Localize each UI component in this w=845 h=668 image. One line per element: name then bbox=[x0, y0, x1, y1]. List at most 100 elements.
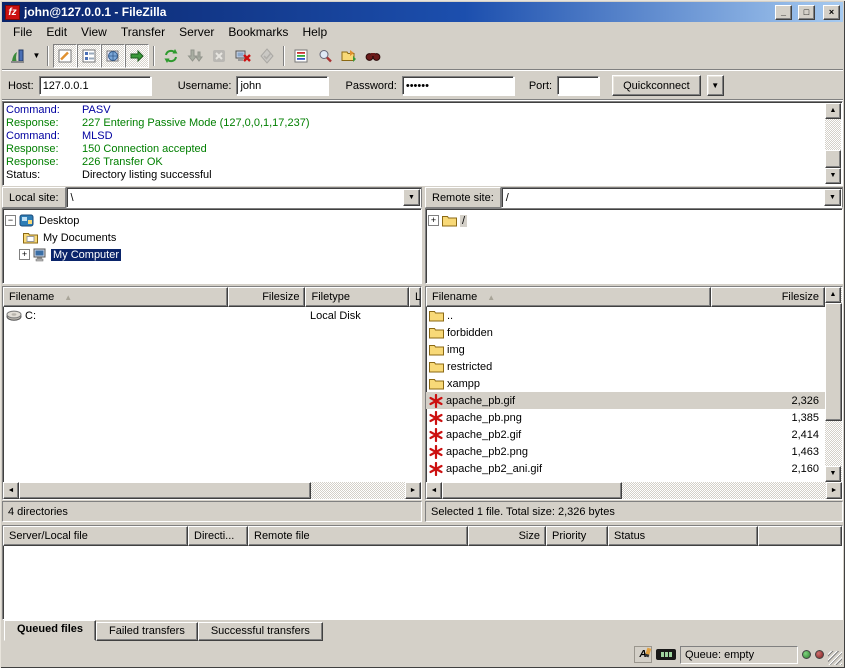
column-header-direction[interactable]: Directi... bbox=[188, 526, 248, 546]
cancel-button[interactable] bbox=[207, 44, 231, 68]
expand-icon[interactable]: + bbox=[19, 249, 30, 260]
file-row[interactable]: apache_pb2_ani.gif 2,160 bbox=[426, 460, 825, 477]
tab-queued-files[interactable]: Queued files bbox=[4, 620, 96, 641]
reconnect-button[interactable] bbox=[255, 44, 279, 68]
host-input[interactable] bbox=[39, 76, 151, 95]
file-row[interactable]: restricted bbox=[426, 358, 825, 375]
scroll-up-icon[interactable]: ▲ bbox=[825, 103, 841, 119]
column-header-filesize[interactable]: Filesize bbox=[711, 287, 825, 307]
column-header-filesize[interactable]: Filesize bbox=[228, 287, 306, 307]
scrollbar-thumb[interactable] bbox=[825, 150, 841, 168]
quickconnect-dropdown[interactable]: ▼ bbox=[707, 75, 724, 96]
data-type-indicator-icon[interactable]: A bbox=[634, 646, 652, 663]
expand-icon[interactable]: + bbox=[428, 215, 439, 226]
scroll-left-icon[interactable]: ◄ bbox=[3, 482, 19, 499]
filter-button[interactable] bbox=[361, 44, 385, 68]
menu-file[interactable]: File bbox=[6, 23, 39, 41]
resize-grip[interactable] bbox=[828, 651, 842, 665]
menu-view[interactable]: View bbox=[74, 23, 114, 41]
my-computer-icon bbox=[33, 248, 48, 262]
password-input[interactable] bbox=[402, 76, 514, 95]
local-horizontal-scrollbar[interactable]: ◄ ► bbox=[3, 482, 421, 499]
menu-bookmarks[interactable]: Bookmarks bbox=[221, 23, 295, 41]
minimize-button[interactable]: _ bbox=[775, 5, 792, 20]
log-scrollbar[interactable]: ▲ ▼ bbox=[825, 103, 841, 184]
local-site-label: Local site: bbox=[2, 187, 66, 208]
file-row[interactable]: xampp bbox=[426, 375, 825, 392]
toggle-remote-treeview-button[interactable] bbox=[101, 44, 125, 68]
collapse-icon[interactable]: − bbox=[5, 215, 16, 226]
tree-item-my-computer[interactable]: + My Computer bbox=[5, 246, 419, 263]
remote-tree[interactable]: + / bbox=[425, 208, 843, 284]
file-row[interactable]: img bbox=[426, 341, 825, 358]
file-row[interactable]: apache_pb2.gif 2,414 bbox=[426, 426, 825, 443]
column-header-filename[interactable]: Filename ▲ bbox=[426, 287, 711, 307]
scrollbar-thumb[interactable] bbox=[19, 482, 311, 499]
file-row-c-drive[interactable]: C: Local Disk bbox=[3, 307, 421, 324]
menu-edit[interactable]: Edit bbox=[39, 23, 74, 41]
speed-limits-indicator-icon[interactable] bbox=[656, 649, 676, 660]
tree-item-desktop[interactable]: − Desktop bbox=[5, 212, 419, 229]
site-manager-dropdown[interactable]: ▼ bbox=[30, 44, 43, 68]
remote-vertical-scrollbar[interactable]: ▲ ▼ bbox=[825, 287, 842, 482]
open-queue-view-button[interactable] bbox=[289, 44, 313, 68]
tab-successful-transfers[interactable]: Successful transfers bbox=[198, 622, 323, 641]
column-header-remote-file[interactable]: Remote file bbox=[248, 526, 468, 546]
activity-led-red-icon bbox=[815, 650, 824, 659]
tab-failed-transfers[interactable]: Failed transfers bbox=[96, 622, 198, 641]
disconnect-button[interactable] bbox=[231, 44, 255, 68]
tree-item-root[interactable]: + / bbox=[428, 212, 840, 229]
close-button[interactable]: × bbox=[823, 5, 840, 20]
file-row[interactable]: .. bbox=[426, 307, 825, 324]
chevron-down-icon[interactable]: ▼ bbox=[824, 189, 841, 206]
tree-item-my-documents[interactable]: My Documents bbox=[5, 229, 419, 246]
site-manager-button[interactable] bbox=[6, 44, 30, 68]
username-input[interactable] bbox=[236, 76, 328, 95]
scroll-right-icon[interactable]: ► bbox=[405, 482, 421, 499]
directory-comparison-button[interactable] bbox=[337, 44, 361, 68]
column-header-server-local-file[interactable]: Server/Local file bbox=[3, 526, 188, 546]
process-queue-button[interactable] bbox=[183, 44, 207, 68]
file-row[interactable]: apache_pb.png 1,385 bbox=[426, 409, 825, 426]
toggle-local-treeview-button[interactable] bbox=[77, 44, 101, 68]
maximize-button[interactable]: □ bbox=[798, 5, 815, 20]
scroll-up-icon[interactable]: ▲ bbox=[825, 287, 841, 303]
chevron-down-icon[interactable]: ▼ bbox=[403, 189, 420, 206]
toggle-transfer-queue-button[interactable] bbox=[125, 44, 149, 68]
toggle-message-log-button[interactable] bbox=[53, 44, 77, 68]
column-header-filename[interactable]: Filename ▲ bbox=[3, 287, 228, 307]
menu-server[interactable]: Server bbox=[172, 23, 221, 41]
title-bar[interactable]: fz john@127.0.0.1 - FileZilla _ □ × bbox=[2, 2, 843, 22]
log-line: Response:226 Transfer OK bbox=[6, 156, 842, 169]
file-row-selected[interactable]: apache_pb.gif 2,326 bbox=[426, 392, 825, 409]
port-input[interactable] bbox=[557, 76, 599, 95]
scrollbar-thumb[interactable] bbox=[825, 303, 842, 421]
app-icon: fz bbox=[5, 5, 20, 20]
scroll-right-icon[interactable]: ► bbox=[826, 482, 842, 499]
scroll-down-icon[interactable]: ▼ bbox=[825, 466, 841, 482]
remote-horizontal-scrollbar[interactable]: ◄ ► bbox=[426, 482, 842, 499]
file-row[interactable]: apache_pb2.png 1,463 bbox=[426, 443, 825, 460]
scroll-down-icon[interactable]: ▼ bbox=[825, 168, 841, 184]
scrollbar-thumb[interactable] bbox=[442, 482, 622, 499]
column-header-priority[interactable]: Priority bbox=[546, 526, 608, 546]
file-row[interactable]: forbidden bbox=[426, 324, 825, 341]
column-header-last-modified[interactable]: L bbox=[409, 287, 421, 307]
find-files-button[interactable] bbox=[313, 44, 337, 68]
column-header-status[interactable]: Status bbox=[608, 526, 758, 546]
menu-transfer[interactable]: Transfer bbox=[114, 23, 172, 41]
column-header-filetype[interactable]: Filetype bbox=[305, 287, 409, 307]
remote-list-body[interactable]: .. forbidden img bbox=[426, 307, 825, 482]
menu-help[interactable]: Help bbox=[295, 23, 334, 41]
log-line: Command:MLSD bbox=[6, 130, 842, 143]
quickconnect-button[interactable]: Quickconnect bbox=[612, 75, 701, 96]
local-site-combobox[interactable]: \ ▼ bbox=[66, 187, 422, 208]
remote-site-combobox[interactable]: / ▼ bbox=[501, 187, 843, 208]
local-list-body[interactable]: C: Local Disk bbox=[3, 307, 421, 482]
refresh-button[interactable] bbox=[159, 44, 183, 68]
local-tree[interactable]: − Desktop My Documents + bbox=[2, 208, 422, 284]
queue-body[interactable] bbox=[3, 546, 842, 619]
column-header-size[interactable]: Size bbox=[468, 526, 546, 546]
message-log[interactable]: Command:PASV Response:227 Entering Passi… bbox=[2, 101, 843, 186]
scroll-left-icon[interactable]: ◄ bbox=[426, 482, 442, 499]
